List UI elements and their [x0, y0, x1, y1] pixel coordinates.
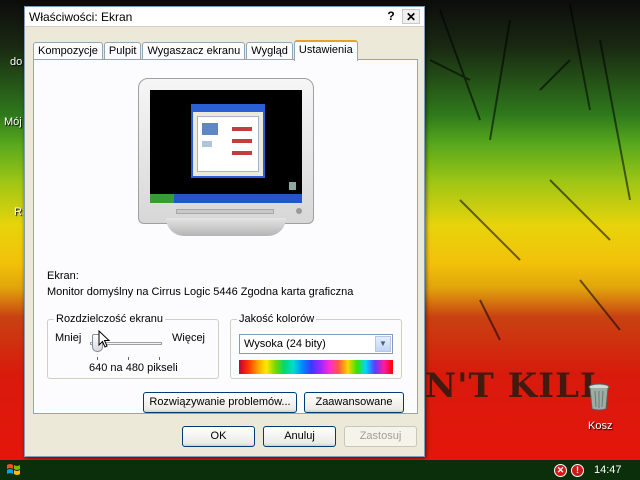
preview-recycle-bin-icon	[289, 182, 296, 190]
shield-icon[interactable]: !	[571, 463, 584, 477]
system-tray: ✕ ! 14:47	[550, 460, 640, 480]
cancel-button[interactable]: Anuluj	[263, 426, 336, 447]
resolution-more-label: Więcej	[172, 332, 206, 344]
help-button[interactable]: ?	[382, 9, 400, 24]
monitor-screen	[150, 90, 302, 203]
resolution-group-title: Rozdzielczość ekranu	[54, 313, 165, 325]
display-properties-window: Właściwości: Ekran ? ✕ Kompozycje Pulpit…	[24, 6, 425, 457]
mouse-cursor-icon	[98, 330, 111, 348]
desktop-icon-label[interactable]: Mój	[4, 116, 22, 128]
apply-button[interactable]: Zastosuj	[344, 426, 417, 447]
recycle-bin-icon[interactable]	[588, 383, 610, 411]
monitor-preview	[138, 78, 314, 236]
resolution-group: Rozdzielczość ekranu Mniej Więcej 640 na…	[47, 313, 219, 379]
wallpaper-text: N'T KILL	[425, 366, 605, 406]
monitor-slot	[176, 209, 274, 214]
monitor-stand	[166, 218, 286, 236]
window-title: Właściwości: Ekran	[29, 9, 133, 24]
resolution-value: 640 na 480 pikseli	[89, 362, 178, 374]
start-button[interactable]	[6, 461, 56, 479]
taskbar: ✕ ! 14:47	[0, 460, 640, 480]
display-device-name: Monitor domyślny na Cirrus Logic 5446 Zg…	[47, 286, 354, 298]
color-quality-group-title: Jakość kolorów	[237, 313, 317, 325]
monitor-power-led	[296, 208, 302, 214]
recycle-bin-label[interactable]: Kosz	[588, 420, 612, 432]
tab-pulpit[interactable]: Pulpit	[103, 42, 142, 60]
close-button[interactable]: ✕	[402, 9, 420, 24]
desktop-icon-label[interactable]: R	[14, 206, 22, 218]
advanced-button[interactable]: Zaawansowane	[304, 392, 404, 413]
display-label: Ekran:	[47, 270, 79, 282]
color-quality-selected: Wysoka (24 bity)	[244, 338, 326, 350]
ok-button[interactable]: OK	[182, 426, 255, 447]
slider-tick	[128, 357, 129, 360]
troubleshoot-button[interactable]: Rozwiązywanie problemów...	[143, 392, 297, 413]
clock[interactable]: 14:47	[594, 464, 622, 476]
tab-strip: Kompozycje Pulpit Wygaszacz ekranu Wyglą…	[33, 39, 359, 61]
preview-window	[191, 104, 265, 178]
windows-logo-icon	[7, 464, 20, 475]
tab-wygaszacz[interactable]: Wygaszacz ekranu	[142, 42, 246, 60]
preview-start-button	[150, 194, 174, 203]
tab-ustawienia[interactable]: Ustawienia	[293, 40, 358, 61]
desktop-icon-label[interactable]: do	[10, 56, 22, 68]
title-bar[interactable]: Właściwości: Ekran ? ✕	[25, 7, 424, 27]
chevron-down-icon[interactable]: ▼	[375, 336, 391, 352]
color-spectrum-preview	[239, 360, 393, 374]
color-quality-group: Jakość kolorów Wysoka (24 bity) ▼	[230, 313, 402, 379]
tab-kompozycje[interactable]: Kompozycje	[33, 42, 103, 60]
slider-tick	[97, 357, 98, 360]
settings-panel: Ekran: Monitor domyślny na Cirrus Logic …	[33, 59, 418, 414]
color-quality-dropdown[interactable]: Wysoka (24 bity) ▼	[239, 334, 393, 354]
slider-tick	[159, 357, 160, 360]
security-alert-icon[interactable]: ✕	[554, 463, 567, 477]
resolution-less-label: Mniej	[55, 332, 82, 344]
tab-wyglad[interactable]: Wygląd	[246, 42, 293, 60]
